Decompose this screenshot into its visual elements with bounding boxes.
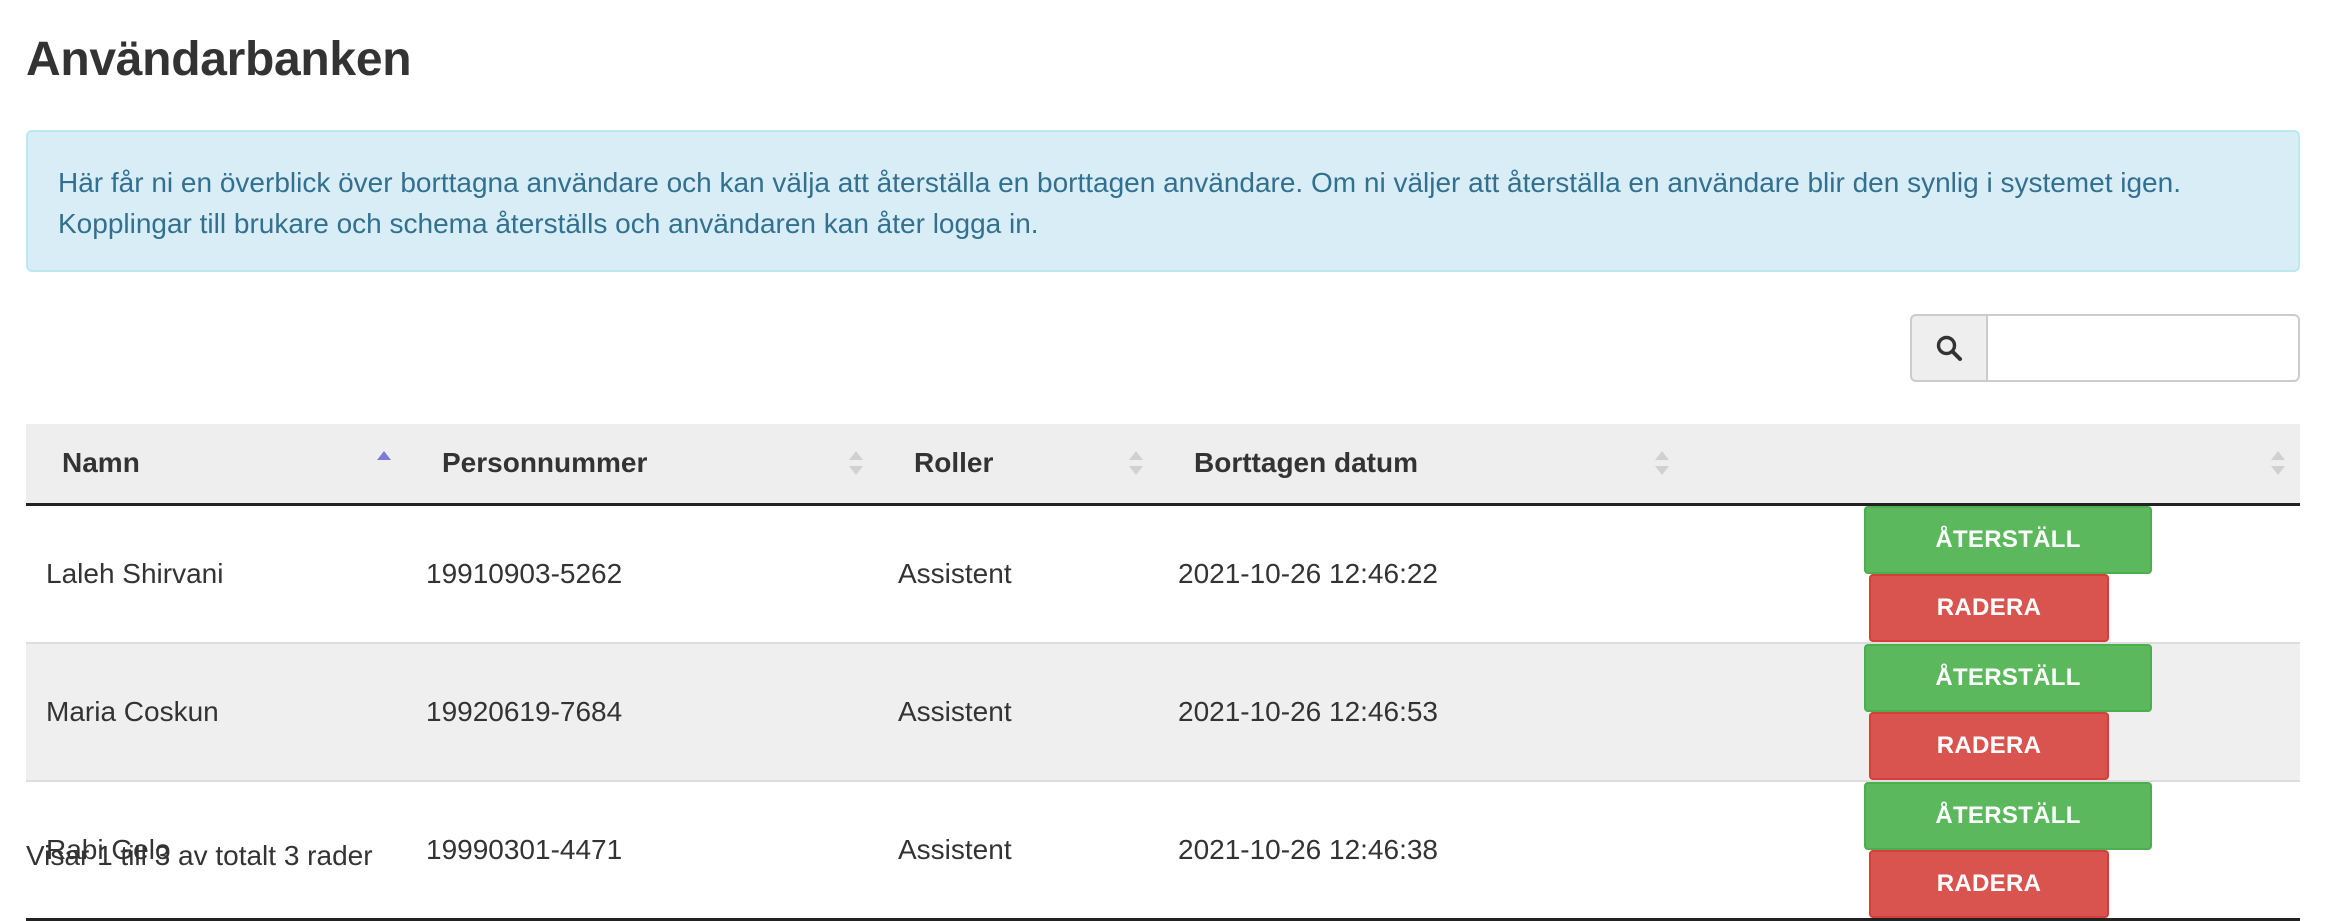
delete-button[interactable]: RADERA [1869, 849, 2109, 918]
column-header-borttagen-datum[interactable]: Borttagen datum [1158, 424, 1684, 506]
cell-deleted-date: 2021-10-26 12:46:38 [1158, 779, 1684, 921]
column-label: Namn [62, 447, 140, 479]
search-group [1910, 314, 2300, 382]
column-header-namn[interactable]: Namn [26, 424, 406, 506]
delete-button[interactable]: RADERA [1869, 711, 2109, 780]
info-text-line-1: Här får ni en överblick över borttagna a… [58, 167, 2181, 198]
info-alert: Här får ni en överblick över borttagna a… [26, 130, 2300, 272]
column-label: Roller [914, 447, 994, 479]
table-header-row: Namn Personnummer Roller Borttagen datum [26, 424, 2300, 506]
cell-personnummer: 19920619-7684 [406, 641, 878, 781]
restore-button[interactable]: ÅTERSTÄLL [1864, 643, 2152, 712]
sort-both-icon [849, 451, 863, 476]
sort-both-icon [1129, 451, 1143, 476]
search-icon[interactable] [1910, 314, 1986, 382]
cell-actions: ÅTERSTÄLL RADERA [1684, 504, 2300, 643]
cell-personnummer: 19910903-5262 [426, 557, 623, 589]
cell-name: Maria Coskun [26, 641, 406, 781]
column-header-personnummer[interactable]: Personnummer [406, 424, 878, 506]
cell-role: Assistent [898, 557, 1012, 589]
cell-deleted-date: 2021-10-26 12:46:53 [1158, 641, 1684, 781]
column-label: Borttagen datum [1194, 447, 1418, 479]
cell-deleted-date: 2021-10-26 12:46:22 [1178, 557, 1438, 589]
cell-actions: ÅTERSTÄLL RADERA [1684, 641, 2300, 781]
sort-ascending-icon [377, 451, 391, 461]
info-text-line-2: Kopplingar till brukare och schema åters… [58, 208, 1039, 239]
column-header-roller[interactable]: Roller [878, 424, 1158, 506]
table-row: Laleh Shirvani 19910903-5262 Assistent 2… [26, 504, 2300, 643]
sort-both-icon [2271, 451, 2285, 476]
pagination-summary: Visar 1 till 3 av totalt 3 rader [26, 840, 373, 871]
column-label: Personnummer [442, 447, 648, 479]
column-header-actions[interactable] [1684, 424, 2300, 506]
restore-button[interactable]: ÅTERSTÄLL [1864, 781, 2152, 850]
table-row: Maria Coskun 19920619-7684 Assistent 202… [26, 641, 2300, 781]
delete-button[interactable]: RADERA [1869, 573, 2109, 642]
sort-both-icon [1655, 451, 1669, 476]
cell-role: Assistent [878, 779, 1158, 921]
cell-role: Assistent [878, 641, 1158, 781]
page-title: Användarbanken [26, 33, 412, 86]
cell-personnummer: 19990301-4471 [406, 779, 878, 921]
search-input[interactable] [1986, 314, 2300, 382]
restore-button[interactable]: ÅTERSTÄLL [1864, 505, 2152, 574]
cell-name: Laleh Shirvani [46, 557, 224, 589]
cell-actions: ÅTERSTÄLL RADERA [1684, 779, 2300, 921]
